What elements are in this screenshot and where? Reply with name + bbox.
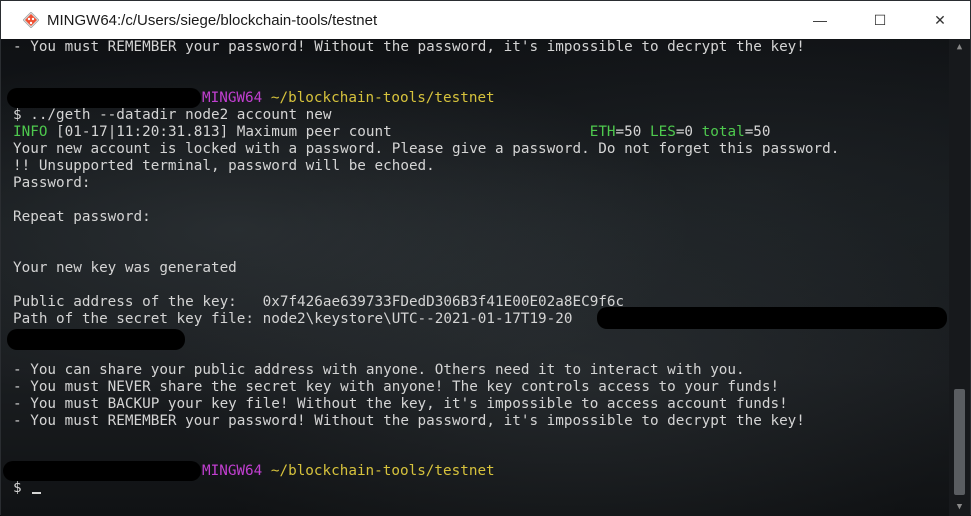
public-address-line: Public address of the key: 0x7f426ae6397… xyxy=(13,294,625,310)
prompt-line-2: MINGW64 ~/blockchain-tools/testnet xyxy=(202,463,495,480)
info-les-key: LES xyxy=(649,124,676,140)
info-line: INFO [01-17|11:20:31.813] Maximum peer c… xyxy=(13,124,771,141)
text-cursor xyxy=(32,492,42,494)
prompt-symbol: $ xyxy=(13,480,31,496)
scroll-up-arrow-icon[interactable]: ▲ xyxy=(949,39,970,56)
minimize-button[interactable]: — xyxy=(790,1,850,39)
git-bash-icon xyxy=(22,11,40,29)
terminal-output[interactable]: - You must REMEMBER your password! Witho… xyxy=(1,39,951,516)
redacted-key-path xyxy=(597,307,947,329)
vertical-scrollbar[interactable]: ▲ ▼ xyxy=(949,39,970,516)
close-button[interactable]: ✕ xyxy=(910,1,970,39)
secret-key-path-line: Path of the secret key file: node2\keyst… xyxy=(13,311,573,327)
remember-message: - You must REMEMBER your password! Witho… xyxy=(13,413,805,429)
maximize-button[interactable]: ☐ xyxy=(850,1,910,39)
window-controls: — ☐ ✕ xyxy=(790,1,970,39)
info-total-key: total xyxy=(701,124,745,140)
command-line: $ ../geth --datadir node2 account new xyxy=(13,107,332,123)
key-generated-message: Your new key was generated xyxy=(13,260,237,276)
share-message: - You can share your public address with… xyxy=(13,362,745,378)
prompt-host-2: MINGW64 xyxy=(202,463,263,479)
final-prompt[interactable]: $ xyxy=(13,480,42,497)
info-level: INFO xyxy=(13,124,48,140)
prompt-host: MINGW64 xyxy=(202,90,263,106)
prompt-path: ~/blockchain-tools/testnet xyxy=(270,90,495,106)
title-bar[interactable]: MINGW64:/c/Users/siege/blockchain-tools/… xyxy=(1,1,970,39)
info-eth-key: ETH xyxy=(589,124,616,140)
terminal-window: MINGW64:/c/Users/siege/blockchain-tools/… xyxy=(0,0,971,516)
terminal-line-remember-top: - You must REMEMBER your password! Witho… xyxy=(13,39,805,55)
redacted-user-host xyxy=(7,88,201,108)
info-total-val: =50 xyxy=(744,124,771,140)
prompt-line-1: MINGW64 ~/blockchain-tools/testnet xyxy=(202,90,495,107)
scroll-thumb[interactable] xyxy=(954,389,965,495)
backup-message: - You must BACKUP your key file! Without… xyxy=(13,396,788,412)
window-title: MINGW64:/c/Users/siege/blockchain-tools/… xyxy=(47,11,378,29)
redacted-key-path-cont xyxy=(7,329,185,350)
info-text: [01-17|11:20:31.813] Maximum peer count xyxy=(47,124,590,140)
password-prompt: Password: xyxy=(13,175,91,191)
prompt-path-2: ~/blockchain-tools/testnet xyxy=(270,463,495,479)
unsupported-terminal-message: !! Unsupported terminal, password will b… xyxy=(13,158,435,174)
never-share-message: - You must NEVER share the secret key wi… xyxy=(13,379,780,395)
repeat-password-prompt: Repeat password: xyxy=(13,209,151,225)
scroll-down-arrow-icon[interactable]: ▼ xyxy=(949,499,970,516)
info-les-val: =0 xyxy=(675,124,702,140)
redacted-user-host-2 xyxy=(3,461,201,481)
locked-message: Your new account is locked with a passwo… xyxy=(13,141,840,157)
info-eth-val: =50 xyxy=(615,124,650,140)
